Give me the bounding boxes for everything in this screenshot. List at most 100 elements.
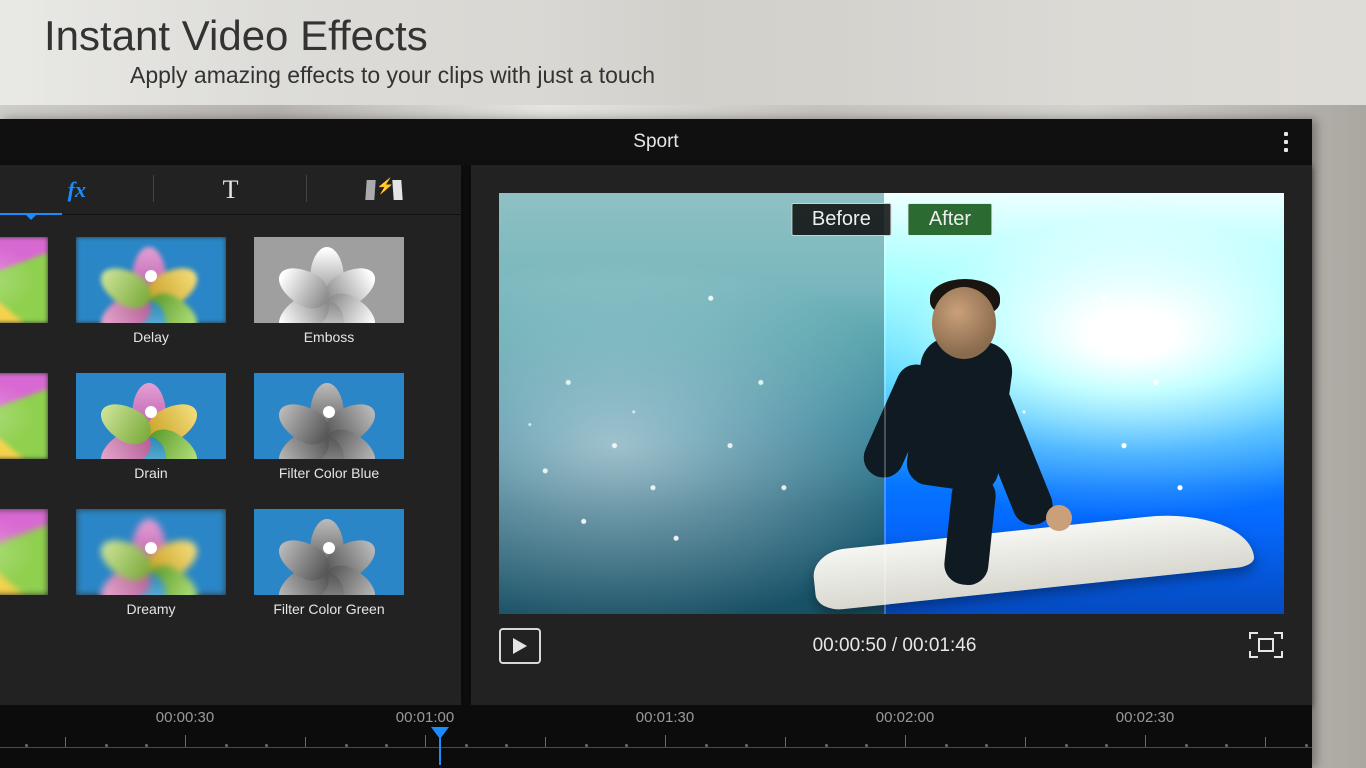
effect-item-delay[interactable]: Delay [76,237,226,345]
timeline-tick-dot [25,744,28,747]
preview-panel: Before After 00:00:50 / 00:01:46 [471,165,1312,705]
timeline-tick-dot [705,744,708,747]
after-badge: After [908,203,992,236]
effect-item[interactable]: s [0,237,48,345]
effect-label: Filter Color Blue [254,465,404,481]
more-menu-button[interactable] [1274,119,1298,165]
promo-banner: Instant Video Effects Apply amazing effe… [0,0,1366,105]
timeline-tick-major [185,735,186,747]
timeline-tick-major [665,735,666,747]
timeline-tick-dot [105,744,108,747]
time-separator: / [887,635,903,656]
effect-item-filter-color-blue[interactable]: Filter Color Blue [254,373,404,481]
video-preview[interactable]: Before After [499,193,1284,614]
effect-thumb [254,237,404,323]
timeline-tick-minor [785,737,786,747]
timeline-tick-major [1145,735,1146,747]
timeline-tick-dot [265,744,268,747]
effect-item[interactable]: ooting [0,373,48,481]
before-after-badges: Before After [791,203,992,236]
timeline-tick-minor [1025,737,1026,747]
effect-thumb [76,509,226,595]
effect-item-emboss[interactable]: Emboss [254,237,404,345]
active-tab-indicator [0,213,62,215]
fullscreen-icon [1248,631,1284,659]
timeline-label: 00:01:30 [636,709,694,726]
banner-title: Instant Video Effects [44,12,1322,60]
tab-effects[interactable]: fx [0,165,154,214]
kebab-dot-icon [1284,140,1288,144]
timeline-tick-major [905,735,906,747]
timeline-tick-dot [145,744,148,747]
timeline-tick-dot [985,744,988,747]
before-after-divider[interactable] [884,193,886,614]
total-time: 00:01:46 [902,635,976,656]
effect-thumb [254,509,404,595]
effect-label: ooting [0,465,48,481]
project-title: Sport [633,131,678,153]
timeline-label: 00:01:00 [396,709,454,726]
effect-thumb [0,237,48,323]
kebab-dot-icon [1284,132,1288,136]
transitions-icon [366,180,402,200]
timeline-tick-minor [305,737,306,747]
fullscreen-button[interactable] [1248,631,1284,661]
effect-label: Dreamy [76,601,226,617]
timeline-label: 00:02:00 [876,709,934,726]
effect-thumb [254,373,404,459]
timecode-display: 00:00:50 / 00:01:46 [813,635,977,657]
effect-thumb [0,509,48,595]
text-icon: T [223,175,239,205]
effects-grid[interactable]: s Delay Emboss [0,215,461,617]
timeline[interactable]: 00:00:30 00:01:00 00:01:30 00:02:00 00:02:30 [0,705,1312,768]
effect-label: Emboss [254,329,404,345]
timeline-ruler[interactable]: 00:00:3000:01:0000:01:3000:02:0000:02:30 [0,731,1312,755]
fx-icon: fx [68,177,86,203]
kebab-dot-icon [1284,148,1288,152]
timeline-tick-dot [585,744,588,747]
timeline-tick-dot [1105,744,1108,747]
effect-label: n [0,601,48,617]
before-badge: Before [791,203,892,236]
timeline-tick-dot [465,744,468,747]
playhead[interactable] [432,727,448,759]
timeline-tick-dot [505,744,508,747]
timeline-tick-minor [1265,737,1266,747]
timeline-label: 00:00:30 [156,709,214,726]
timeline-tick-minor [545,737,546,747]
effect-label: s [0,329,48,345]
timeline-label: 00:02:30 [1116,709,1174,726]
effects-tabbar: fx T [0,165,461,215]
tab-transitions[interactable] [307,165,461,214]
timeline-tick-dot [225,744,228,747]
effects-row: s Delay Emboss [0,237,461,345]
timeline-tick-dot [825,744,828,747]
preview-controls: 00:00:50 / 00:01:46 [499,628,1284,664]
tab-text[interactable]: T [154,165,308,214]
effects-row: n Dreamy [0,509,461,617]
app-header: Sport [0,119,1312,165]
timeline-tick-dot [865,744,868,747]
effects-panel: fx T s [0,165,461,705]
effect-item[interactable]: n [0,509,48,617]
video-editor-app: Sport fx T [0,119,1312,768]
timeline-tick-major [425,735,426,747]
effect-item-drain[interactable]: Drain [76,373,226,481]
timeline-tick-dot [1065,744,1068,747]
play-button[interactable] [499,628,541,664]
timeline-tick-dot [345,744,348,747]
effect-item-dreamy[interactable]: Dreamy [76,509,226,617]
timeline-tick-dot [385,744,388,747]
timeline-tick-dot [1305,744,1308,747]
effect-thumb [76,373,226,459]
effects-row: ooting Drain [0,373,461,481]
timeline-tick-minor [65,737,66,747]
banner-subtitle: Apply amazing effects to your clips with… [44,62,1322,89]
timeline-tick-dot [1185,744,1188,747]
timeline-tick-dot [1225,744,1228,747]
effect-thumb [0,373,48,459]
effect-label: Drain [76,465,226,481]
effect-item-filter-color-green[interactable]: Filter Color Green [254,509,404,617]
effect-thumb [76,237,226,323]
play-icon [512,637,528,655]
